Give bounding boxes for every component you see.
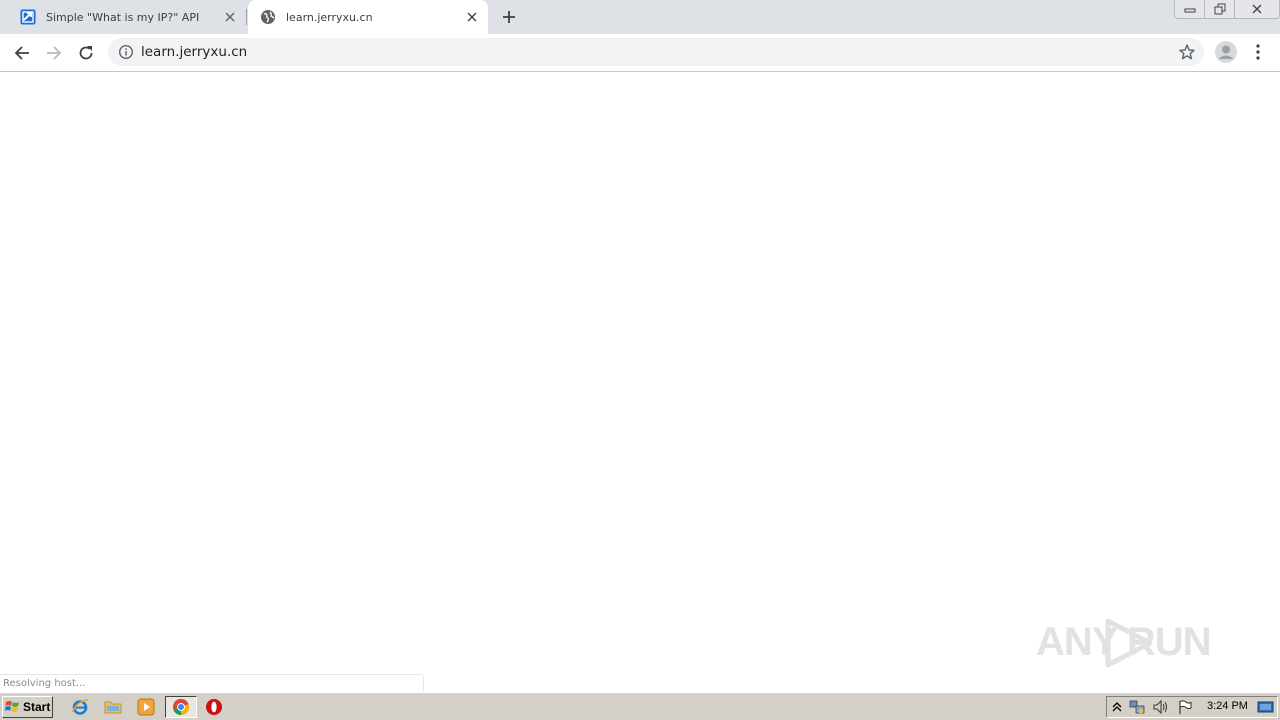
tab-close-icon[interactable] bbox=[464, 9, 480, 25]
status-bubble: Resolving host... bbox=[0, 674, 424, 692]
opera-icon[interactable] bbox=[203, 697, 225, 717]
chrome-icon[interactable] bbox=[165, 696, 197, 718]
anyrun-watermark: ANY RUN bbox=[1036, 610, 1236, 674]
start-button[interactable]: Start bbox=[2, 696, 53, 718]
flag-icon[interactable] bbox=[1176, 699, 1194, 715]
close-icon bbox=[1251, 3, 1263, 15]
globe-icon bbox=[260, 9, 276, 25]
url-text[interactable]: learn.jerryxu.cn bbox=[141, 44, 247, 60]
info-icon[interactable] bbox=[118, 44, 134, 60]
close-window-button[interactable] bbox=[1234, 0, 1280, 19]
chevron-up-icon[interactable] bbox=[1108, 699, 1126, 715]
tab-strip: Simple "What is my IP?" API learn.jerryx… bbox=[0, 0, 1280, 34]
reload-button[interactable] bbox=[73, 40, 99, 66]
kebab-menu-icon[interactable] bbox=[1250, 42, 1266, 62]
page-content: ANY RUN Resolving host... bbox=[0, 72, 1280, 692]
folder-icon[interactable] bbox=[102, 697, 124, 717]
show-desktop-icon[interactable] bbox=[1257, 699, 1275, 715]
window-controls bbox=[1174, 0, 1280, 20]
plus-icon bbox=[502, 10, 516, 24]
back-button[interactable] bbox=[9, 40, 35, 66]
tab-learn-jerryxu[interactable]: learn.jerryxu.cn bbox=[248, 0, 488, 34]
new-tab-button[interactable] bbox=[498, 6, 520, 28]
ipify-logo-icon bbox=[20, 9, 36, 25]
tab-separator bbox=[246, 9, 247, 25]
minimize-icon bbox=[1184, 4, 1196, 14]
tab-title: learn.jerryxu.cn bbox=[286, 10, 373, 24]
reload-icon bbox=[78, 45, 94, 61]
internet-explorer-icon[interactable] bbox=[69, 697, 91, 717]
browser-toolbar: learn.jerryxu.cn bbox=[0, 34, 1280, 72]
address-bar[interactable]: learn.jerryxu.cn bbox=[108, 38, 1204, 66]
restore-button[interactable] bbox=[1204, 0, 1235, 19]
start-label: Start bbox=[23, 700, 51, 714]
taskbar: Start 3:24 PM bbox=[0, 692, 1280, 720]
tab-close-icon[interactable] bbox=[222, 9, 238, 25]
tab-what-is-my-ip[interactable]: Simple "What is my IP?" API bbox=[8, 0, 246, 34]
minimize-button[interactable] bbox=[1174, 0, 1205, 19]
arrow-right-icon bbox=[46, 45, 62, 61]
windows-logo-icon bbox=[5, 699, 21, 715]
system-tray: 3:24 PM bbox=[1106, 696, 1278, 718]
clock[interactable]: 3:24 PM bbox=[1207, 700, 1248, 712]
media-player-icon[interactable] bbox=[135, 697, 157, 717]
play-logo-icon bbox=[1102, 618, 1156, 668]
tab-title: Simple "What is my IP?" API bbox=[46, 10, 200, 24]
arrow-left-icon bbox=[14, 45, 30, 61]
network-icon[interactable] bbox=[1128, 699, 1146, 715]
avatar-icon[interactable] bbox=[1214, 40, 1238, 64]
volume-icon[interactable] bbox=[1152, 699, 1170, 715]
restore-icon bbox=[1214, 3, 1226, 15]
forward-button[interactable] bbox=[41, 40, 67, 66]
star-icon[interactable] bbox=[1178, 43, 1196, 61]
